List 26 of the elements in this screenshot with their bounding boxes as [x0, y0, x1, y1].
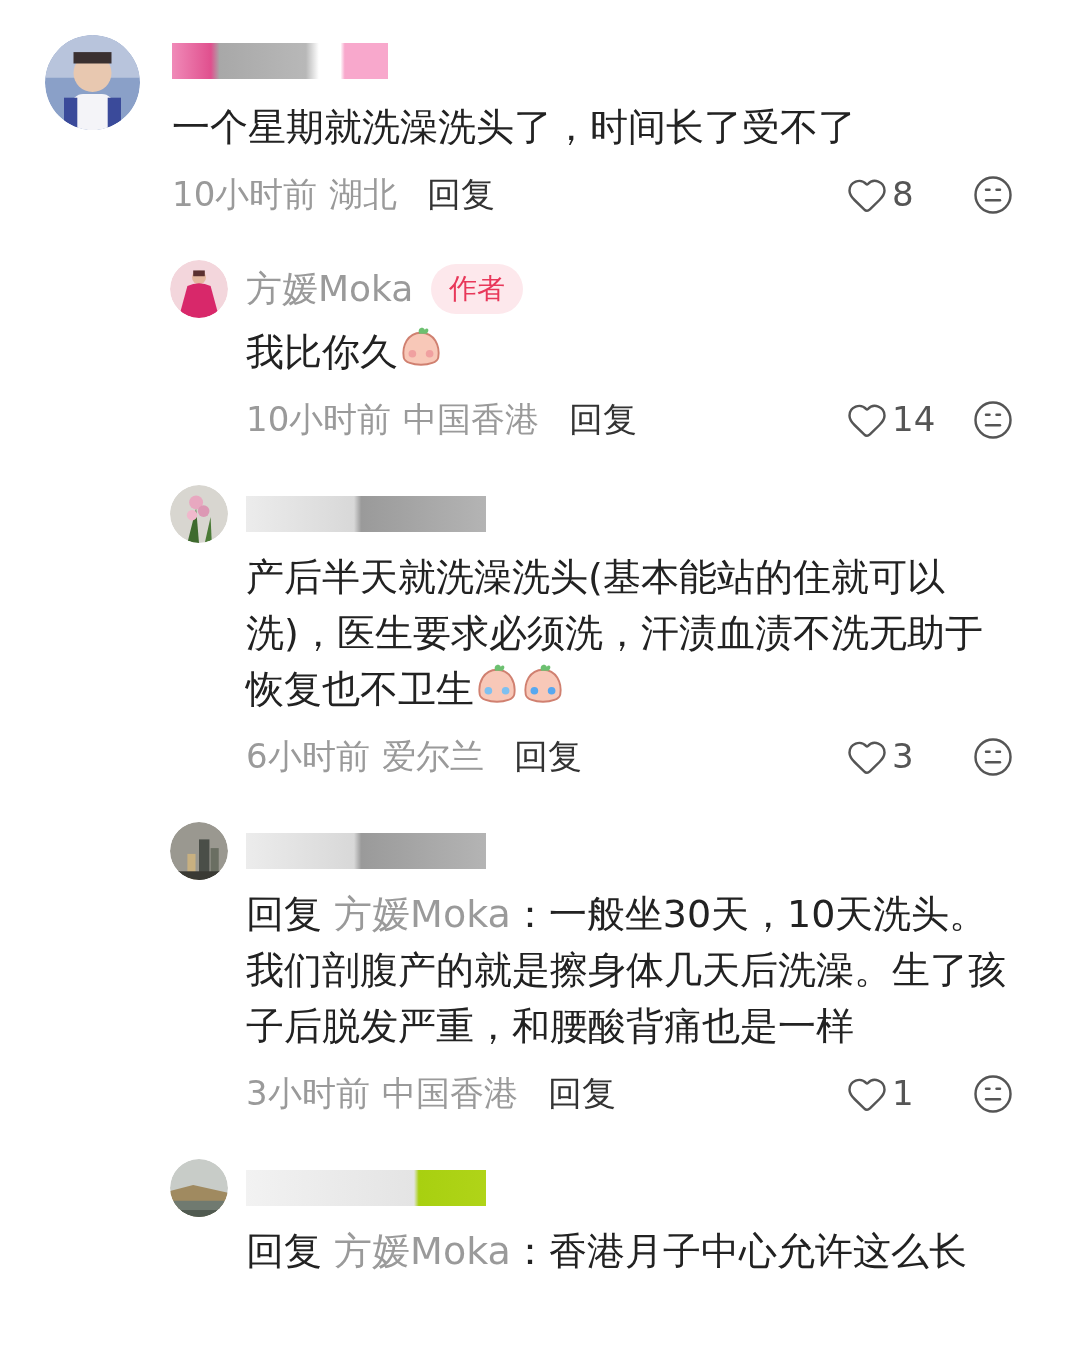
reply-button[interactable]: 回复 [427, 169, 496, 220]
comment-time: 3小时前 [246, 1072, 370, 1115]
comment-time: 10小时前 [172, 173, 318, 216]
like-count: 1 [892, 1072, 915, 1115]
reply-button[interactable]: 回复 [569, 394, 638, 445]
comment-text: 我比你久 [246, 324, 1014, 380]
comment-text: 回复 方媛Moka：香港月子中心允许这么长 [246, 1228, 968, 1275]
like-count: 8 [892, 173, 915, 216]
comment-text: 一个星期就洗澡洗头了，时间长了受不了 [172, 104, 857, 151]
author-badge: 作者 [431, 264, 524, 314]
reply-button[interactable]: 回复 [513, 731, 582, 782]
face-icon[interactable] [972, 1072, 1014, 1115]
comment-text: 产后半天就洗澡洗头(基本能站的住就可以洗)，医生要求必须洗，汗渍血渍不洗无助于恢复也不卫生 [246, 554, 984, 713]
reply-button[interactable]: 回复 [547, 1068, 616, 1119]
face-icon[interactable] [972, 173, 1014, 216]
comment-location: 湖北 [329, 173, 398, 216]
comment-text: 回复 方媛Moka：一般坐30天，10天洗头。我们剖腹产的就是擦身体几天后洗澡。生了孩子后脱发严重，和腰酸背痛也是一样 [246, 891, 1007, 1050]
comment-time: 10小时前 [246, 398, 392, 441]
face-icon[interactable] [972, 398, 1014, 441]
like-count: 14 [892, 398, 936, 441]
comment-location: 中国香港 [381, 1072, 518, 1115]
like-count: 3 [892, 735, 915, 778]
comment-location: 爱尔兰 [381, 735, 484, 778]
comment-location: 中国香港 [403, 398, 540, 441]
comment-time: 6小时前 [246, 735, 370, 778]
face-icon[interactable] [972, 735, 1014, 778]
